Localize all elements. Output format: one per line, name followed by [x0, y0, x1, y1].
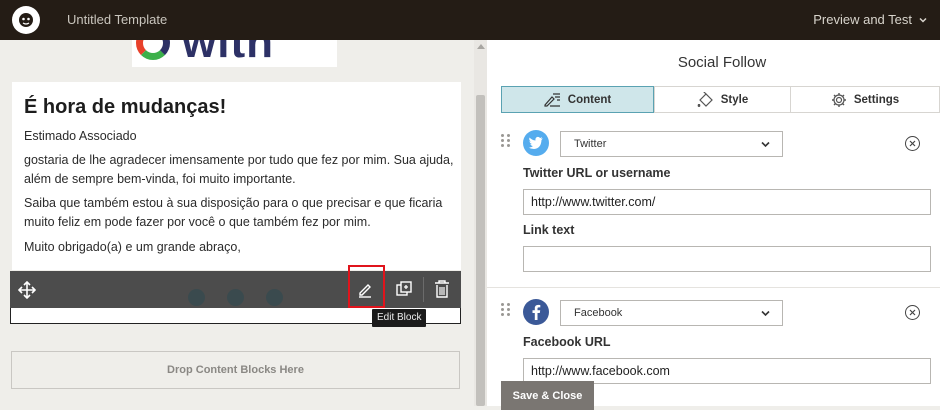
brand-mark-icon	[136, 40, 170, 60]
preview-and-test-menu[interactable]: Preview and Test	[813, 12, 928, 27]
gear-icon	[831, 92, 846, 107]
canvas-scrollbar-thumb[interactable]	[476, 95, 485, 406]
network-select-value: Facebook	[574, 307, 623, 319]
drag-handle-icon[interactable]	[501, 303, 511, 317]
twitter-bird-icon	[523, 130, 549, 156]
drop-content-blocks-zone[interactable]: Drop Content Blocks Here	[11, 351, 460, 389]
pencil-lines-icon	[544, 92, 560, 107]
top-bar: Untitled Template Preview and Test	[0, 0, 940, 40]
email-paragraph: Saiba que também estou à sua disposição …	[24, 196, 443, 229]
text-block[interactable]: É hora de mudanças! Estimado Associado g…	[12, 82, 461, 270]
network-select-facebook[interactable]: Facebook	[560, 300, 783, 326]
template-title[interactable]: Untitled Template	[67, 12, 167, 27]
twitter-preview-icon	[188, 289, 205, 306]
tab-content-label: Content	[567, 93, 612, 106]
paint-bucket-icon	[697, 91, 713, 107]
twitter-link-text-input[interactable]	[523, 246, 931, 272]
mailchimp-logo-icon[interactable]	[12, 6, 40, 34]
close-icon	[909, 309, 916, 316]
tab-settings-label: Settings	[853, 93, 900, 106]
facebook-f-icon	[523, 299, 549, 325]
close-icon	[909, 140, 916, 147]
toolbar-divider	[423, 277, 424, 302]
header-image[interactable]: with	[132, 40, 337, 67]
email-paragraph: Estimado Associado	[24, 129, 137, 143]
item-divider	[487, 287, 940, 288]
email-paragraph: Muito obrigado(a) e um grande abraço,	[24, 240, 241, 254]
header-image-text: with	[182, 40, 274, 67]
network-select-twitter[interactable]: Twitter	[560, 131, 783, 157]
scroll-up-arrow-icon[interactable]	[477, 44, 485, 49]
edit-block-tooltip: Edit Block	[372, 309, 427, 327]
edit-block-highlight	[348, 265, 385, 308]
tab-style-label: Style	[720, 93, 749, 106]
website-preview-icon	[266, 289, 283, 306]
facebook-preview-icon	[227, 289, 244, 306]
duplicate-block-icon[interactable]	[395, 280, 413, 298]
email-heading: É hora de mudanças!	[24, 96, 227, 118]
preview-and-test-label: Preview and Test	[813, 12, 912, 27]
delete-block-trash-icon[interactable]	[434, 280, 450, 298]
tab-content[interactable]: Content	[501, 86, 654, 113]
network-select-value: Twitter	[574, 138, 607, 150]
panel-title: Social Follow	[677, 54, 767, 71]
remove-facebook-button[interactable]	[905, 305, 920, 320]
chevron-down-icon	[761, 141, 770, 148]
twitter-url-input[interactable]: http://www.twitter.com/	[523, 189, 931, 215]
email-paragraph: gostaria de lhe agradecer imensamente po…	[24, 153, 454, 186]
remove-twitter-button[interactable]	[905, 136, 920, 151]
social-follow-editor-panel: Social Follow Content Style Settings Twi	[487, 40, 940, 410]
move-arrows-icon[interactable]	[18, 281, 36, 299]
facebook-url-label: Facebook URL	[523, 335, 611, 349]
chevron-down-icon	[919, 17, 927, 23]
chevron-down-icon	[761, 310, 770, 317]
twitter-url-label: Twitter URL or username	[523, 166, 671, 180]
twitter-link-text-label: Link text	[523, 223, 575, 237]
tab-style[interactable]: Style	[654, 86, 791, 113]
drag-handle-icon[interactable]	[501, 134, 511, 148]
tab-settings[interactable]: Settings	[790, 86, 940, 113]
social-follow-block-toolbar	[10, 271, 461, 308]
